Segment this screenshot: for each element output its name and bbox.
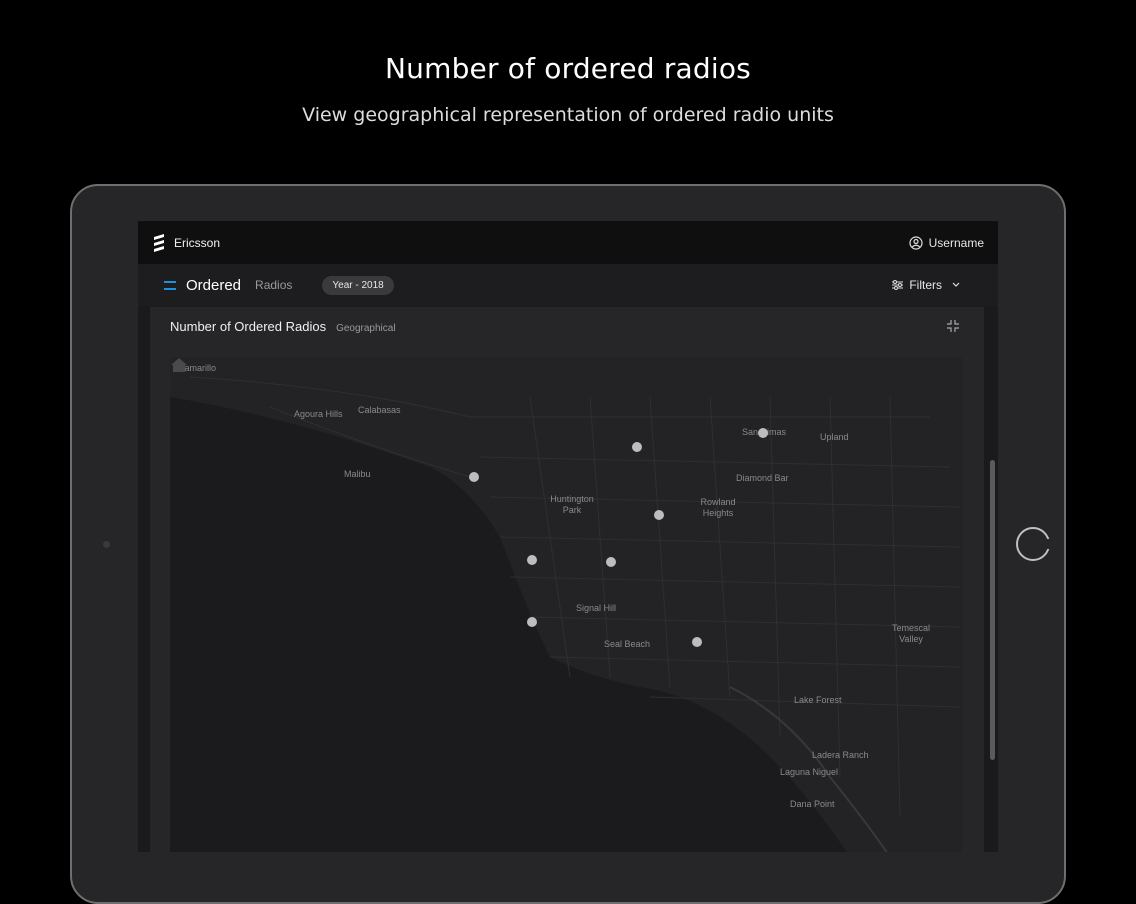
user-menu[interactable]: Username <box>909 236 984 250</box>
page-subtitle: Radios <box>255 278 293 292</box>
scrollbar[interactable] <box>990 460 995 760</box>
app-header: Ericsson Username <box>138 221 998 264</box>
filters-button[interactable]: Filters <box>892 278 962 292</box>
app-screen: Ericsson Username Ordered Radios Year - … <box>138 221 998 852</box>
year-filter-pill[interactable]: Year - 2018 <box>322 275 394 295</box>
map-marker[interactable] <box>527 555 537 565</box>
map-marker[interactable] <box>758 428 768 438</box>
brand-name: Ericsson <box>174 235 221 250</box>
map-label: Dana Point <box>790 799 835 809</box>
user-circle-icon <box>909 235 923 250</box>
filters-label: Filters <box>909 278 942 292</box>
map-marker[interactable] <box>632 442 642 452</box>
map-label: Upland <box>820 432 849 442</box>
map-label: Ladera Ranch <box>812 750 869 760</box>
chevron-down-icon <box>952 282 960 287</box>
collapse-icon[interactable] <box>946 319 960 333</box>
card-subtitle: Geographical <box>336 323 396 334</box>
map-label: Signal Hill <box>576 603 617 613</box>
page-title: Ordered <box>186 276 242 294</box>
map-marker[interactable] <box>692 637 702 647</box>
camera-icon <box>103 541 110 548</box>
home-button[interactable] <box>1016 527 1052 561</box>
page-toolbar: Ordered Radios Year - 2018 Filters <box>138 264 998 306</box>
sliders-icon <box>892 280 904 290</box>
map-marker[interactable] <box>527 617 537 627</box>
map-label: Temescal Valley <box>891 623 930 644</box>
card-title: Number of Ordered Radios <box>170 319 327 334</box>
map-label: Laguna Niguel <box>780 767 839 777</box>
geo-map[interactable]: Camarillo Agoura Hills Calabasas Malibu … <box>170 357 962 852</box>
ordered-radios-card: Number of Ordered Radios Geographical Ca… <box>150 307 984 852</box>
hero-title: Number of ordered radios <box>385 52 751 85</box>
map-label: Rowland Heights <box>700 497 736 518</box>
map-label: Malibu <box>344 469 371 479</box>
map-marker[interactable] <box>654 510 664 520</box>
home-icon[interactable] <box>170 357 188 373</box>
map-label: Lake Forest <box>794 695 842 705</box>
map-label: Calabasas <box>358 405 401 415</box>
hero-subtitle: View geographical representation of orde… <box>302 104 834 126</box>
username: Username <box>928 235 984 250</box>
map-label: Agoura Hills <box>294 409 343 419</box>
map-marker[interactable] <box>469 472 479 482</box>
map-label: Diamond Bar <box>736 473 789 483</box>
map-label: Huntington Park <box>550 494 594 515</box>
ericsson-logo-icon <box>154 233 164 252</box>
map-label: Seal Beach <box>604 639 651 649</box>
menu-icon[interactable] <box>164 280 176 290</box>
map-marker[interactable] <box>606 557 616 567</box>
brand[interactable]: Ericsson <box>152 233 221 252</box>
